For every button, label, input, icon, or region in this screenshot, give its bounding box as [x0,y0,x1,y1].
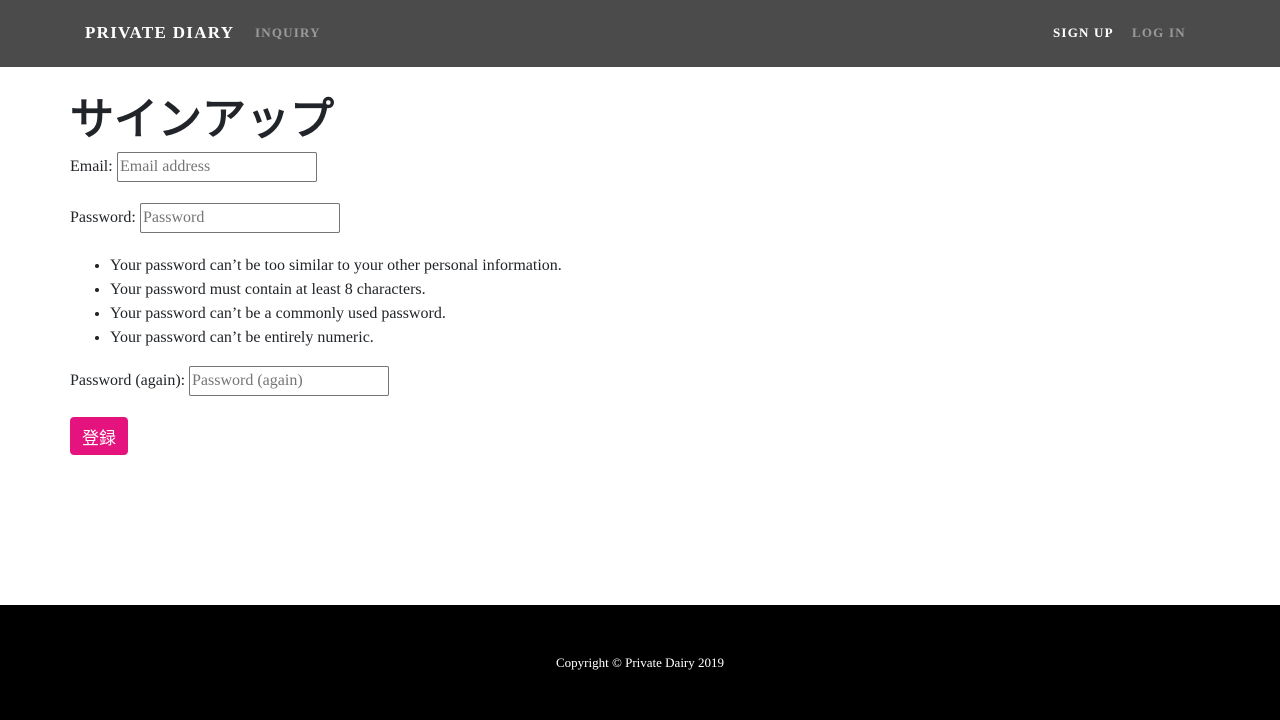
password-label: Password: [70,209,136,226]
footer: Copyright © Private Dairy 2019 [0,605,1280,720]
copyright-text: Copyright © Private Dairy 2019 [555,655,725,670]
register-button[interactable]: 登録 [70,417,128,455]
page-title: サインアップ [70,94,334,145]
password-again-label: Password (again): [70,372,186,389]
list-item: Your password can’t be too similar to yo… [110,254,562,278]
list-item: Your password must contain at least 8 ch… [110,278,562,302]
brand-link[interactable]: PRIVATE DIARY [85,23,234,43]
navbar: PRIVATE DIARY INQUIRY SIGN UP LOG IN [0,0,1280,67]
list-item: Your password can’t be a commonly used p… [110,302,562,326]
email-input[interactable] [117,152,317,182]
nav-inquiry-link[interactable]: INQUIRY [255,25,321,41]
password-input[interactable] [140,203,340,233]
list-item: Your password can’t be entirely numeric. [110,326,562,350]
email-label: Email: [70,158,113,175]
password-help-list: Your password can’t be too similar to yo… [70,254,562,350]
nav-login-link[interactable]: LOG IN [1132,25,1186,41]
password-again-input[interactable] [189,366,389,396]
nav-signup-link[interactable]: SIGN UP [1053,25,1114,41]
